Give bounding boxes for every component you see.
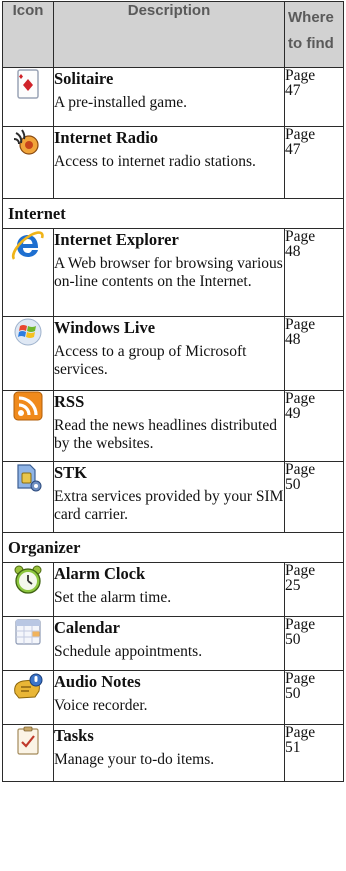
item-title: Internet Explorer	[54, 230, 179, 249]
icon-cell	[2, 316, 54, 391]
page-number: 50	[285, 476, 301, 493]
page-ref: Page 47	[284, 126, 344, 199]
description-cell: STK Extra services provided by your SIM …	[53, 461, 285, 533]
internet-radio-icon	[13, 129, 39, 155]
page-ref: Page 49	[284, 390, 344, 462]
item-title: Internet Radio	[54, 128, 159, 147]
description-cell: Internet Explorer A Web browser for brow…	[53, 228, 285, 317]
header-description: Description	[53, 1, 285, 68]
table-row: Audio Notes Voice recorder. Page 50	[2, 670, 344, 725]
page-number: 48	[285, 243, 301, 260]
page-ref: Page 48	[284, 228, 344, 317]
item-description: A Web browser for browsing various on-li…	[54, 255, 283, 290]
icon-cell	[2, 670, 54, 725]
item-title: STK	[54, 463, 88, 482]
item-title: RSS	[54, 392, 85, 411]
page-ref: Page 48	[284, 316, 344, 391]
item-description: Access to internet radio stations.	[54, 153, 256, 170]
table-row: Internet Radio Access to internet radio …	[2, 126, 344, 199]
icon-cell	[2, 390, 54, 462]
icon-cell	[2, 126, 54, 199]
icon-cell	[2, 228, 54, 317]
item-title: Calendar	[54, 618, 120, 637]
description-cell: Windows Live Access to a group of Micros…	[53, 316, 285, 391]
header-icon: Icon	[2, 1, 54, 68]
table-row: RSS Read the news headlines distributed …	[2, 390, 344, 462]
page-ref: Page 47	[284, 67, 344, 127]
table-row: Alarm Clock Set the alarm time. Page 25	[2, 562, 344, 617]
page-ref: Page 50	[284, 670, 344, 725]
header-where-to-find: Where to find	[284, 1, 344, 68]
calendar-icon	[15, 619, 41, 645]
section-row-internet: Internet	[2, 198, 344, 229]
page-number: 50	[285, 631, 301, 648]
description-cell: Solitaire A pre-installed game.	[53, 67, 285, 127]
table-row: Solitaire A pre-installed game. Page 47	[2, 67, 344, 127]
page-number: 51	[285, 739, 301, 756]
icon-cell	[2, 724, 54, 782]
solitaire-card-icon	[17, 69, 39, 99]
item-description: Access to a group of Microsoft services.	[54, 343, 247, 378]
description-cell: Internet Radio Access to internet radio …	[53, 126, 285, 199]
page-number: 49	[285, 405, 301, 422]
item-description: Schedule appointments.	[54, 643, 203, 660]
audio-notes-icon	[14, 673, 43, 699]
item-description: Set the alarm time.	[54, 589, 172, 606]
page-ref: Page 50	[284, 616, 344, 671]
sim-toolkit-icon	[17, 464, 42, 492]
table-row: Internet Explorer A Web browser for brow…	[2, 228, 344, 317]
item-title: Tasks	[54, 726, 94, 745]
item-description: Manage your to-do items.	[54, 751, 215, 768]
alarm-clock-icon	[14, 565, 42, 594]
icon-cell	[2, 461, 54, 533]
header-where-line1: Where	[288, 9, 334, 26]
icon-cell	[2, 67, 54, 127]
page-ref: Page 25	[284, 562, 344, 617]
icon-cell	[2, 562, 54, 617]
table-row: Tasks Manage your to-do items. Page 51	[2, 724, 344, 782]
page-number: 48	[285, 331, 301, 348]
page-number: 25	[285, 577, 301, 594]
item-title: Solitaire	[54, 69, 114, 88]
item-description: Read the news headlines distributed by t…	[54, 417, 277, 452]
description-cell: Tasks Manage your to-do items.	[53, 724, 285, 782]
tasks-icon	[17, 726, 39, 755]
page-number: 47	[285, 141, 301, 158]
page-number: 47	[285, 82, 301, 99]
header-where-line2: to find	[288, 35, 334, 52]
table-row: STK Extra services provided by your SIM …	[2, 461, 344, 533]
internet-explorer-icon	[11, 231, 44, 260]
item-title: Windows Live	[54, 318, 156, 337]
page-number: 50	[285, 685, 301, 702]
windows-live-icon	[14, 318, 42, 346]
table-header-row: Icon Description Where to find	[2, 1, 344, 68]
section-title: Organizer	[2, 532, 344, 563]
item-description: Extra services provided by your SIM card…	[54, 488, 284, 523]
description-cell: Alarm Clock Set the alarm time.	[53, 562, 285, 617]
rss-icon	[13, 391, 43, 421]
description-cell: RSS Read the news headlines distributed …	[53, 390, 285, 462]
item-title: Audio Notes	[54, 672, 141, 691]
item-title: Alarm Clock	[54, 564, 146, 583]
section-title: Internet	[2, 198, 344, 229]
table-row: Windows Live Access to a group of Micros…	[2, 316, 344, 391]
description-cell: Audio Notes Voice recorder.	[53, 670, 285, 725]
section-row-organizer: Organizer	[2, 532, 344, 563]
item-description: Voice recorder.	[54, 697, 148, 714]
page-ref: Page 51	[284, 724, 344, 782]
page-ref: Page 50	[284, 461, 344, 533]
features-table: Icon Description Where to find Solitaire …	[2, 1, 344, 782]
description-cell: Calendar Schedule appointments.	[53, 616, 285, 671]
item-description: A pre-installed game.	[54, 94, 187, 111]
icon-cell	[2, 616, 54, 671]
table-row: Calendar Schedule appointments. Page 50	[2, 616, 344, 671]
